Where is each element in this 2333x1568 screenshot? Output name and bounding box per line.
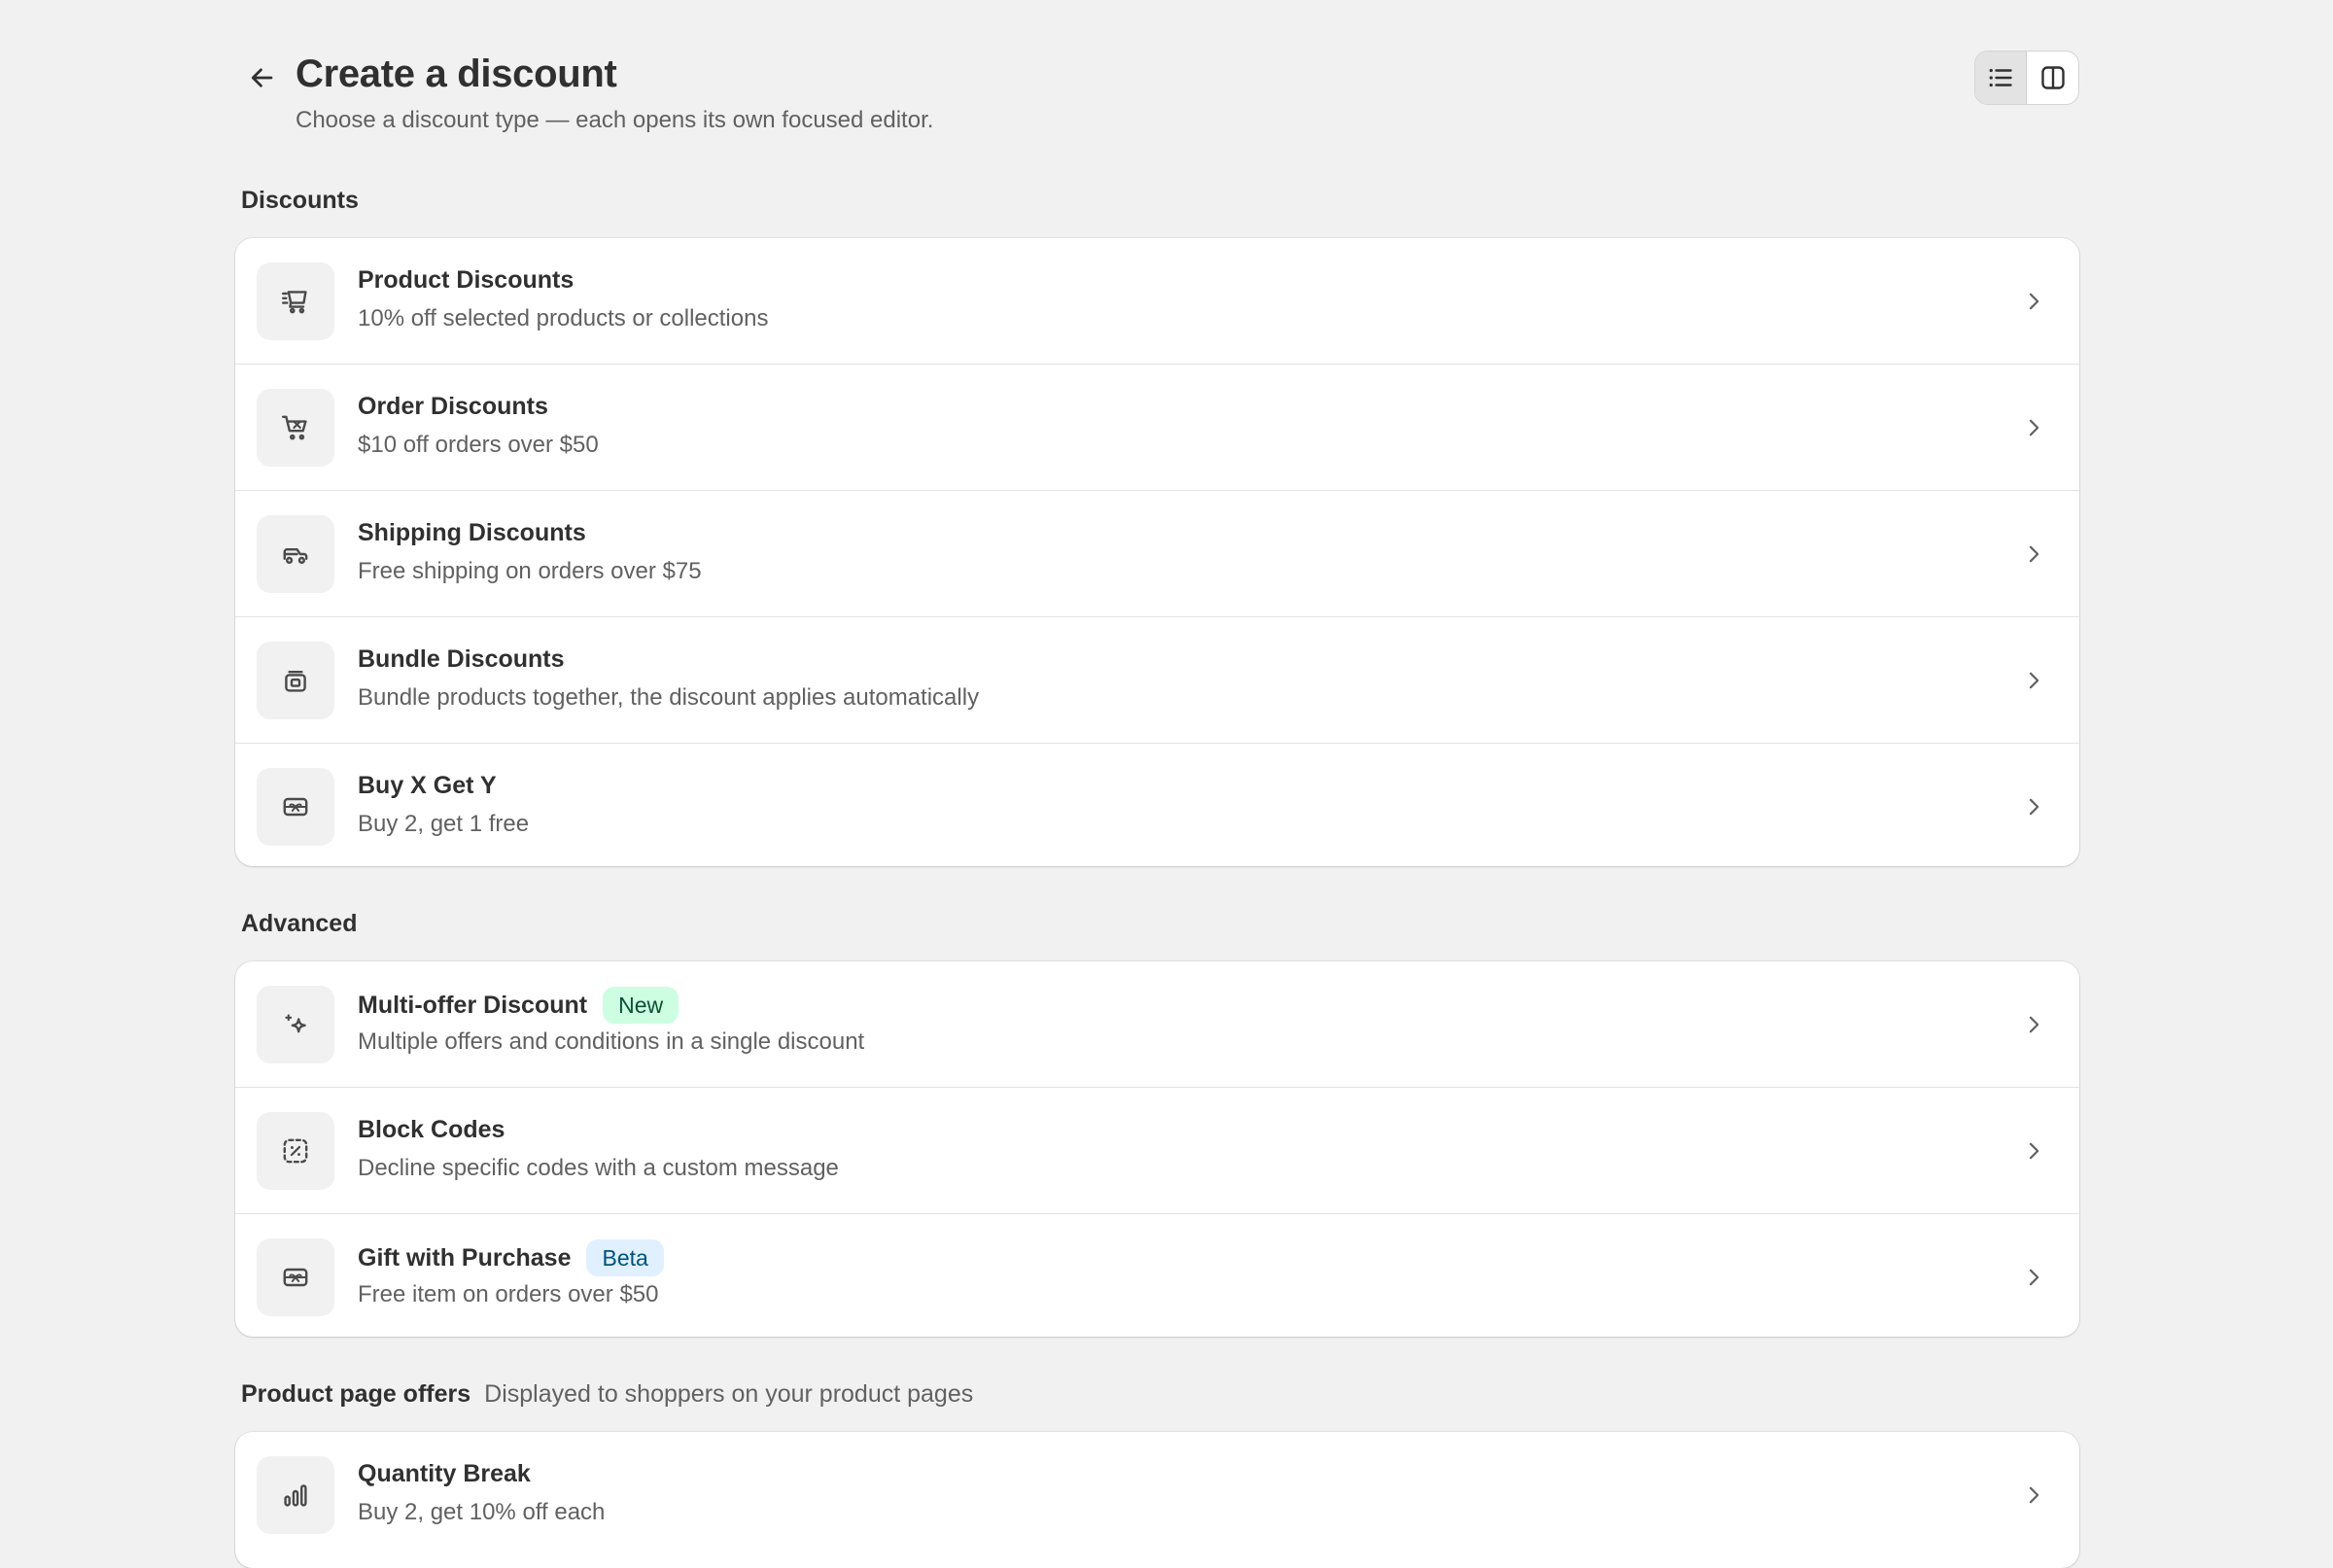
option-order-discounts[interactable]: Order Discounts $10 off orders over $50 [235,365,2079,491]
product-cart-icon [257,262,334,340]
list-icon [1989,68,2012,87]
option-buy-x-get-y[interactable]: Buy X Get Y Buy 2, get 1 free [235,744,2079,866]
back-button[interactable] [241,56,284,99]
split-layout-icon [2040,66,2065,89]
arrow-left-icon [251,68,273,87]
gift-card-icon [257,1238,334,1316]
chevron-right-icon [2019,1263,2048,1292]
page-subtitle: Choose a discount type — each opens its … [296,107,934,133]
option-description: $10 off orders over $50 [358,432,599,458]
option-description: Buy 2, get 1 free [358,811,530,837]
beta-badge: Beta [586,1239,664,1276]
gift-card-icon [257,768,334,846]
section-heading-discounts: Discounts [241,185,359,216]
section-title: Discounts [241,187,359,214]
option-title: Shipping Discounts [358,519,586,546]
advanced-card: Multi-offer Discount New Multiple offers… [235,961,2079,1337]
option-description: Free item on orders over $50 [358,1281,659,1307]
section-title: Advanced [241,910,358,937]
option-title: Block Codes [358,1116,505,1143]
option-title: Bundle Discounts [358,645,565,673]
section-heading-advanced: Advanced [241,908,357,939]
chevron-right-icon [2019,413,2048,442]
option-block-codes[interactable]: Block Codes Decline specific codes with … [235,1088,2079,1214]
option-bundle-discounts[interactable]: Bundle Discounts Bundle products togethe… [235,617,2079,744]
option-multi-offer-discount[interactable]: Multi-offer Discount New Multiple offers… [235,961,2079,1088]
chevron-right-icon [2019,1136,2048,1166]
discount-code-dashed-icon [257,1112,334,1190]
new-badge: New [603,987,679,1024]
chevron-right-icon [2019,1481,2048,1510]
product-page-offers-card: Quantity Break Buy 2, get 10% off each [235,1432,2079,1568]
option-shipping-discounts[interactable]: Shipping Discounts Free shipping on orde… [235,491,2079,617]
option-description: Free shipping on orders over $75 [358,558,702,584]
split-view-button[interactable] [2027,52,2078,104]
page: Create a discount Choose a discount type… [235,0,2079,1568]
bundle-box-icon [257,642,334,719]
chevron-right-icon [2019,287,2048,316]
option-title: Product Discounts [358,266,575,294]
option-title: Buy X Get Y [358,772,497,799]
view-toggle [1974,51,2079,105]
option-quantity-break[interactable]: Quantity Break Buy 2, get 10% off each [235,1432,2079,1558]
section-title: Product page offers [241,1380,471,1408]
delivery-truck-icon [257,515,334,593]
option-product-discounts[interactable]: Product Discounts 10% off selected produ… [235,238,2079,365]
option-description: Bundle products together, the discount a… [358,684,980,711]
section-heading-product-page-offers: Product page offers Displayed to shoppers… [241,1378,973,1410]
page-header: Create a discount Choose a discount type… [235,51,2079,138]
page-title: Create a discount [296,52,617,95]
option-description: 10% off selected products or collections [358,305,769,331]
chevron-right-icon [2019,666,2048,695]
option-title: Gift with Purchase Beta [358,1239,664,1276]
discounts-card: Product Discounts 10% off selected produ… [235,238,2079,866]
option-description: Decline specific codes with a custom mes… [358,1155,839,1181]
order-cart-icon [257,389,334,467]
option-gift-with-purchase[interactable]: Gift with Purchase Beta Free item on ord… [235,1214,2079,1337]
option-title: Multi-offer Discount New [358,987,679,1024]
section-subtitle: Displayed to shoppers on your product pa… [484,1380,974,1408]
chevron-right-icon [2019,792,2048,821]
option-description: Buy 2, get 10% off each [358,1499,606,1525]
sparkle-icon [257,986,334,1063]
chevron-right-icon [2019,540,2048,569]
bar-chart-icon [257,1456,334,1534]
chevron-right-icon [2019,1010,2048,1039]
list-view-button[interactable] [1975,52,2028,104]
option-description: Multiple offers and conditions in a sing… [358,1028,865,1055]
option-title: Order Discounts [358,393,548,420]
option-title: Quantity Break [358,1460,531,1487]
